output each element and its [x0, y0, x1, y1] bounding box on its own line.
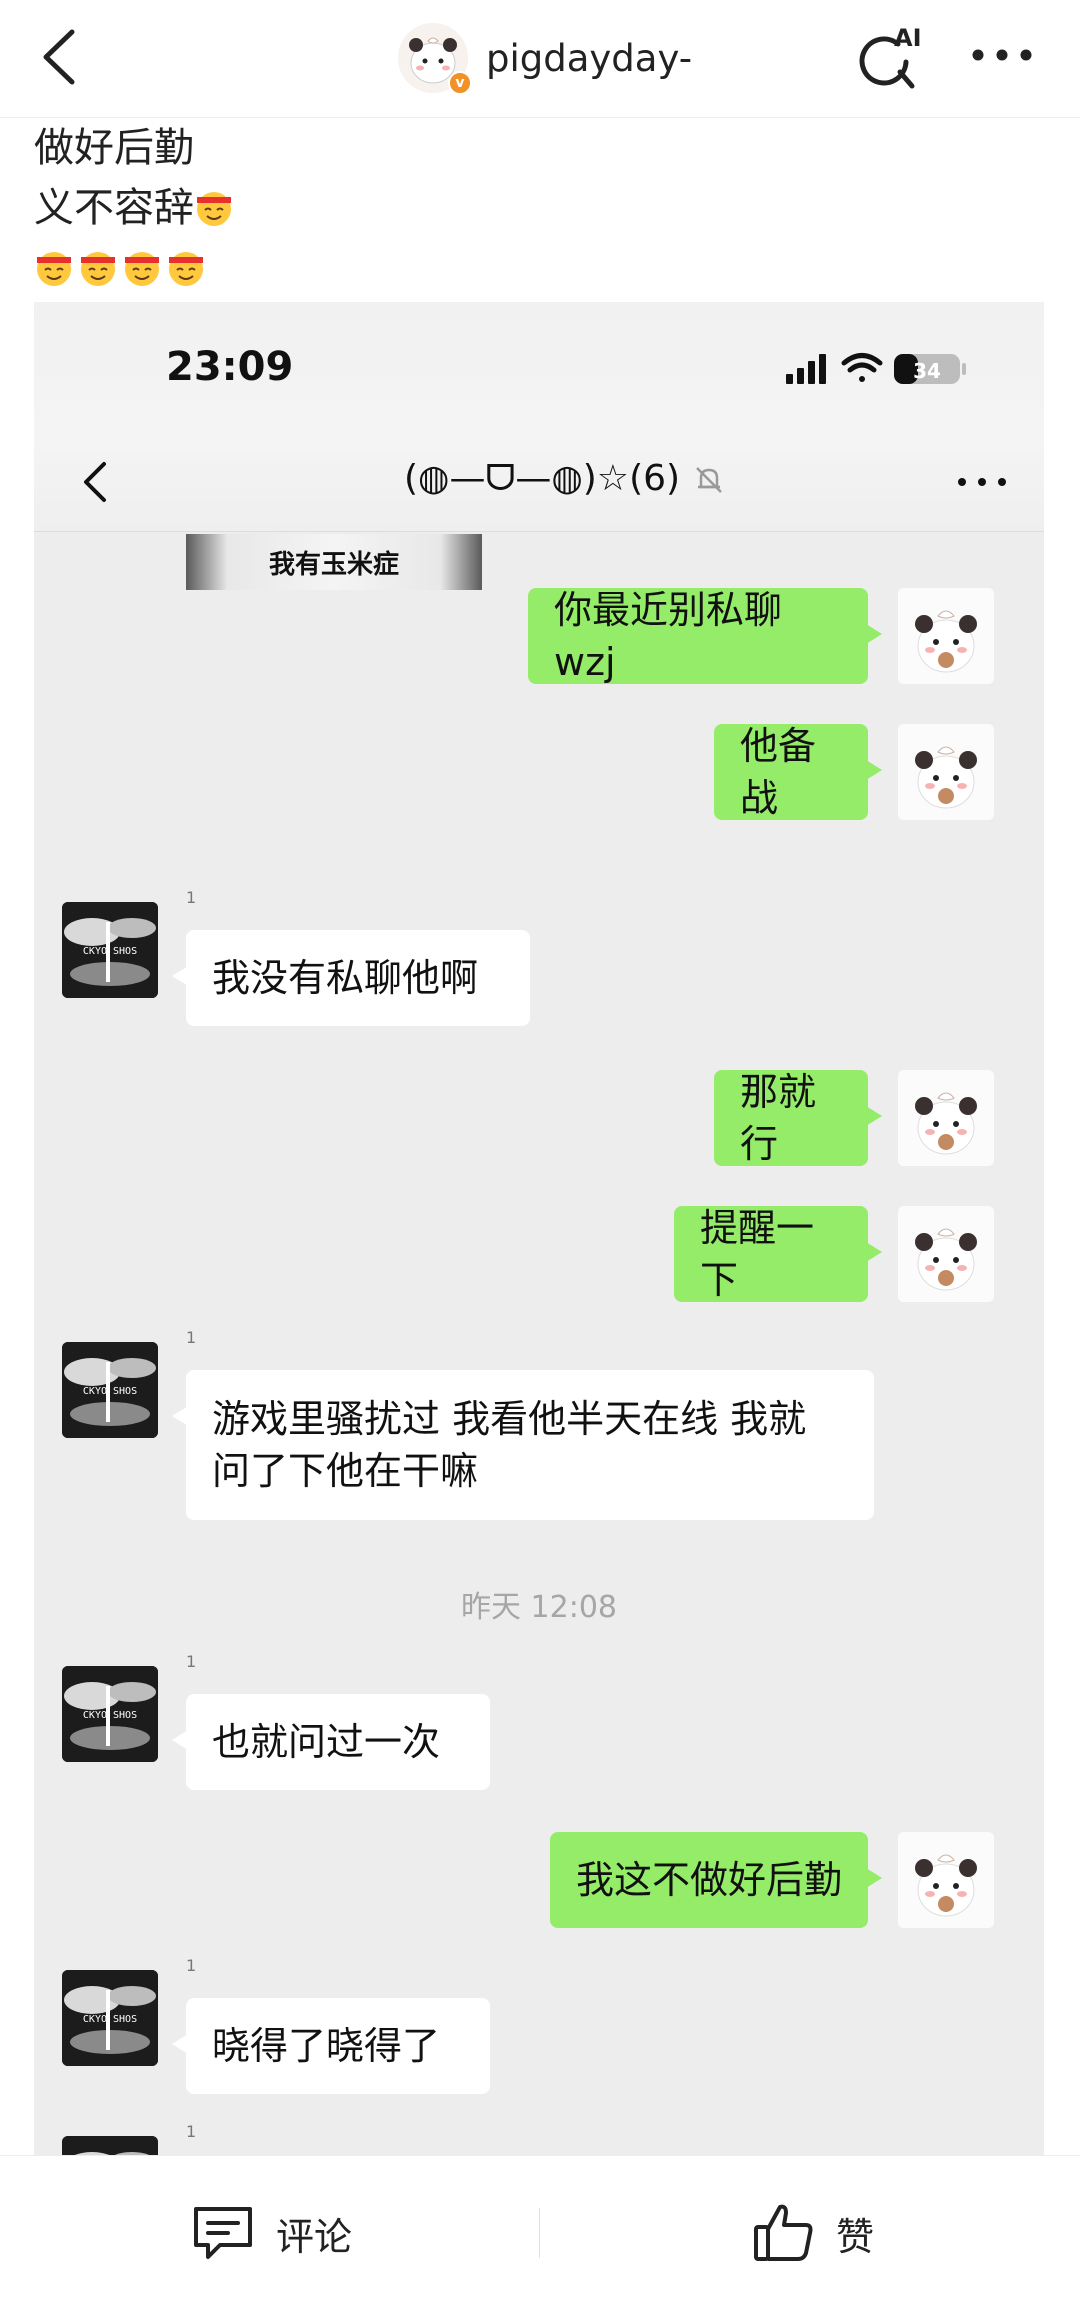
top-bar: v pigdayday- AI	[0, 0, 1080, 118]
contact-avatar: CKYO SHOS	[62, 902, 158, 998]
comment-button[interactable]: 评论	[190, 2198, 352, 2268]
chat-title-text: (◍—ᗜ—◍)☆(6)	[404, 458, 681, 499]
author-avatar[interactable]: v	[398, 23, 472, 95]
cloud-avatar-icon: CKYO SHOS	[62, 902, 158, 998]
ai-search-icon[interactable]: AI	[850, 18, 930, 98]
contact-avatar	[62, 2136, 158, 2155]
author-username[interactable]: pigdayday-	[486, 37, 692, 80]
contact-avatar: CKYO SHOS	[62, 1970, 158, 2066]
emoji-headband-icon	[125, 252, 159, 286]
contact-message-bubble: 也就问过一次	[172, 1694, 490, 1790]
mute-icon	[695, 467, 722, 493]
my-avatar	[898, 724, 994, 820]
panda-avatar-icon	[898, 588, 994, 684]
battery-level: 34	[913, 359, 941, 383]
status-icons: 34	[786, 353, 966, 384]
bottom-action-bar: 评论 赞	[0, 2155, 1080, 2312]
post-text: 做好后勤 义不容辞	[34, 118, 238, 298]
chat-header: 23:09 34 (◍—ᗜ—◍)☆(6)	[34, 302, 1044, 532]
post-line-1: 做好后勤	[34, 125, 194, 171]
sender-label: 1	[186, 1956, 197, 1975]
sender-label: 1	[186, 888, 197, 907]
svg-text:CKYO SHOS: CKYO SHOS	[83, 1386, 137, 1397]
like-button[interactable]: 赞	[752, 2198, 874, 2268]
comment-label: 评论	[276, 2214, 353, 2259]
emoji-headband-icon	[197, 192, 231, 226]
my-message-bubble: 你最近别私聊 wzj	[528, 588, 882, 684]
author-chip[interactable]: v pigdayday-	[398, 18, 692, 98]
panda-avatar-icon	[898, 1070, 994, 1166]
cloud-avatar-icon	[62, 2136, 158, 2155]
emoji-headband-icon	[37, 252, 71, 286]
svg-text:CKYO SHOS: CKYO SHOS	[83, 946, 137, 957]
contact-avatar: CKYO SHOS	[62, 1342, 158, 1438]
cloud-avatar-icon: CKYO SHOS	[62, 1970, 158, 2066]
panda-avatar-icon	[898, 724, 994, 820]
status-time: 23:09	[166, 344, 294, 390]
battery-icon: 34	[894, 354, 966, 384]
chat-title: (◍—ᗜ—◍)☆(6)	[404, 458, 726, 500]
like-label: 赞	[836, 2214, 875, 2259]
emoji-row	[34, 238, 238, 298]
contact-message-bubble: 我没有私聊他啊	[172, 930, 530, 1026]
cloud-avatar-icon: CKYO SHOS	[62, 1666, 158, 1762]
sender-label: 1	[186, 2122, 197, 2141]
post-line-2: 义不容辞	[34, 185, 194, 231]
panda-avatar-icon	[898, 1832, 994, 1928]
my-message-bubble: 提醒一下	[674, 1206, 882, 1302]
contact-message-bubble: 晓得了晓得了	[172, 1998, 490, 2094]
contact-message-bubble: 游戏里骚扰过 我看他半天在线 我就 问了下他在干嘛	[172, 1370, 874, 1520]
chat-screenshot-image[interactable]: 23:09 34 (◍—ᗜ—◍)☆(6) 我有玉米症 你最近别私聊 wzj 他备…	[34, 302, 1044, 2155]
like-icon	[754, 2204, 813, 2261]
signal-icon	[786, 354, 826, 384]
ai-label: AI	[894, 24, 922, 52]
sticker-caption: 我有玉米症	[268, 550, 399, 580]
sender-label: 1	[186, 1328, 197, 1347]
comment-icon	[194, 2207, 252, 2259]
svg-text:CKYO SHOS: CKYO SHOS	[83, 2014, 137, 2025]
sender-label: 1	[186, 1652, 197, 1671]
my-avatar	[898, 1832, 994, 1928]
my-avatar	[898, 1070, 994, 1166]
back-icon[interactable]	[30, 22, 100, 92]
more-icon[interactable]	[962, 30, 1042, 80]
my-message-bubble: 那就行	[714, 1070, 882, 1166]
chat-timestamp: 昨天 12:08	[461, 1590, 617, 1625]
my-avatar	[898, 1206, 994, 1302]
my-message-bubble: 他备战	[714, 724, 882, 820]
sticker-image: 我有玉米症	[186, 534, 482, 590]
more-icon	[958, 478, 1006, 486]
back-icon	[84, 462, 106, 502]
my-message-bubble: 我这不做好后勤	[550, 1832, 882, 1928]
wifi-icon	[841, 353, 883, 382]
svg-text:CKYO SHOS: CKYO SHOS	[83, 1710, 137, 1721]
emoji-headband-icon	[81, 252, 115, 286]
contact-avatar: CKYO SHOS	[62, 1666, 158, 1762]
cloud-avatar-icon: CKYO SHOS	[62, 1342, 158, 1438]
emoji-headband-icon	[169, 252, 203, 286]
bar-divider	[539, 2208, 540, 2258]
verified-icon: v	[448, 71, 472, 95]
panda-avatar-icon	[898, 1206, 994, 1302]
my-avatar	[898, 588, 994, 684]
